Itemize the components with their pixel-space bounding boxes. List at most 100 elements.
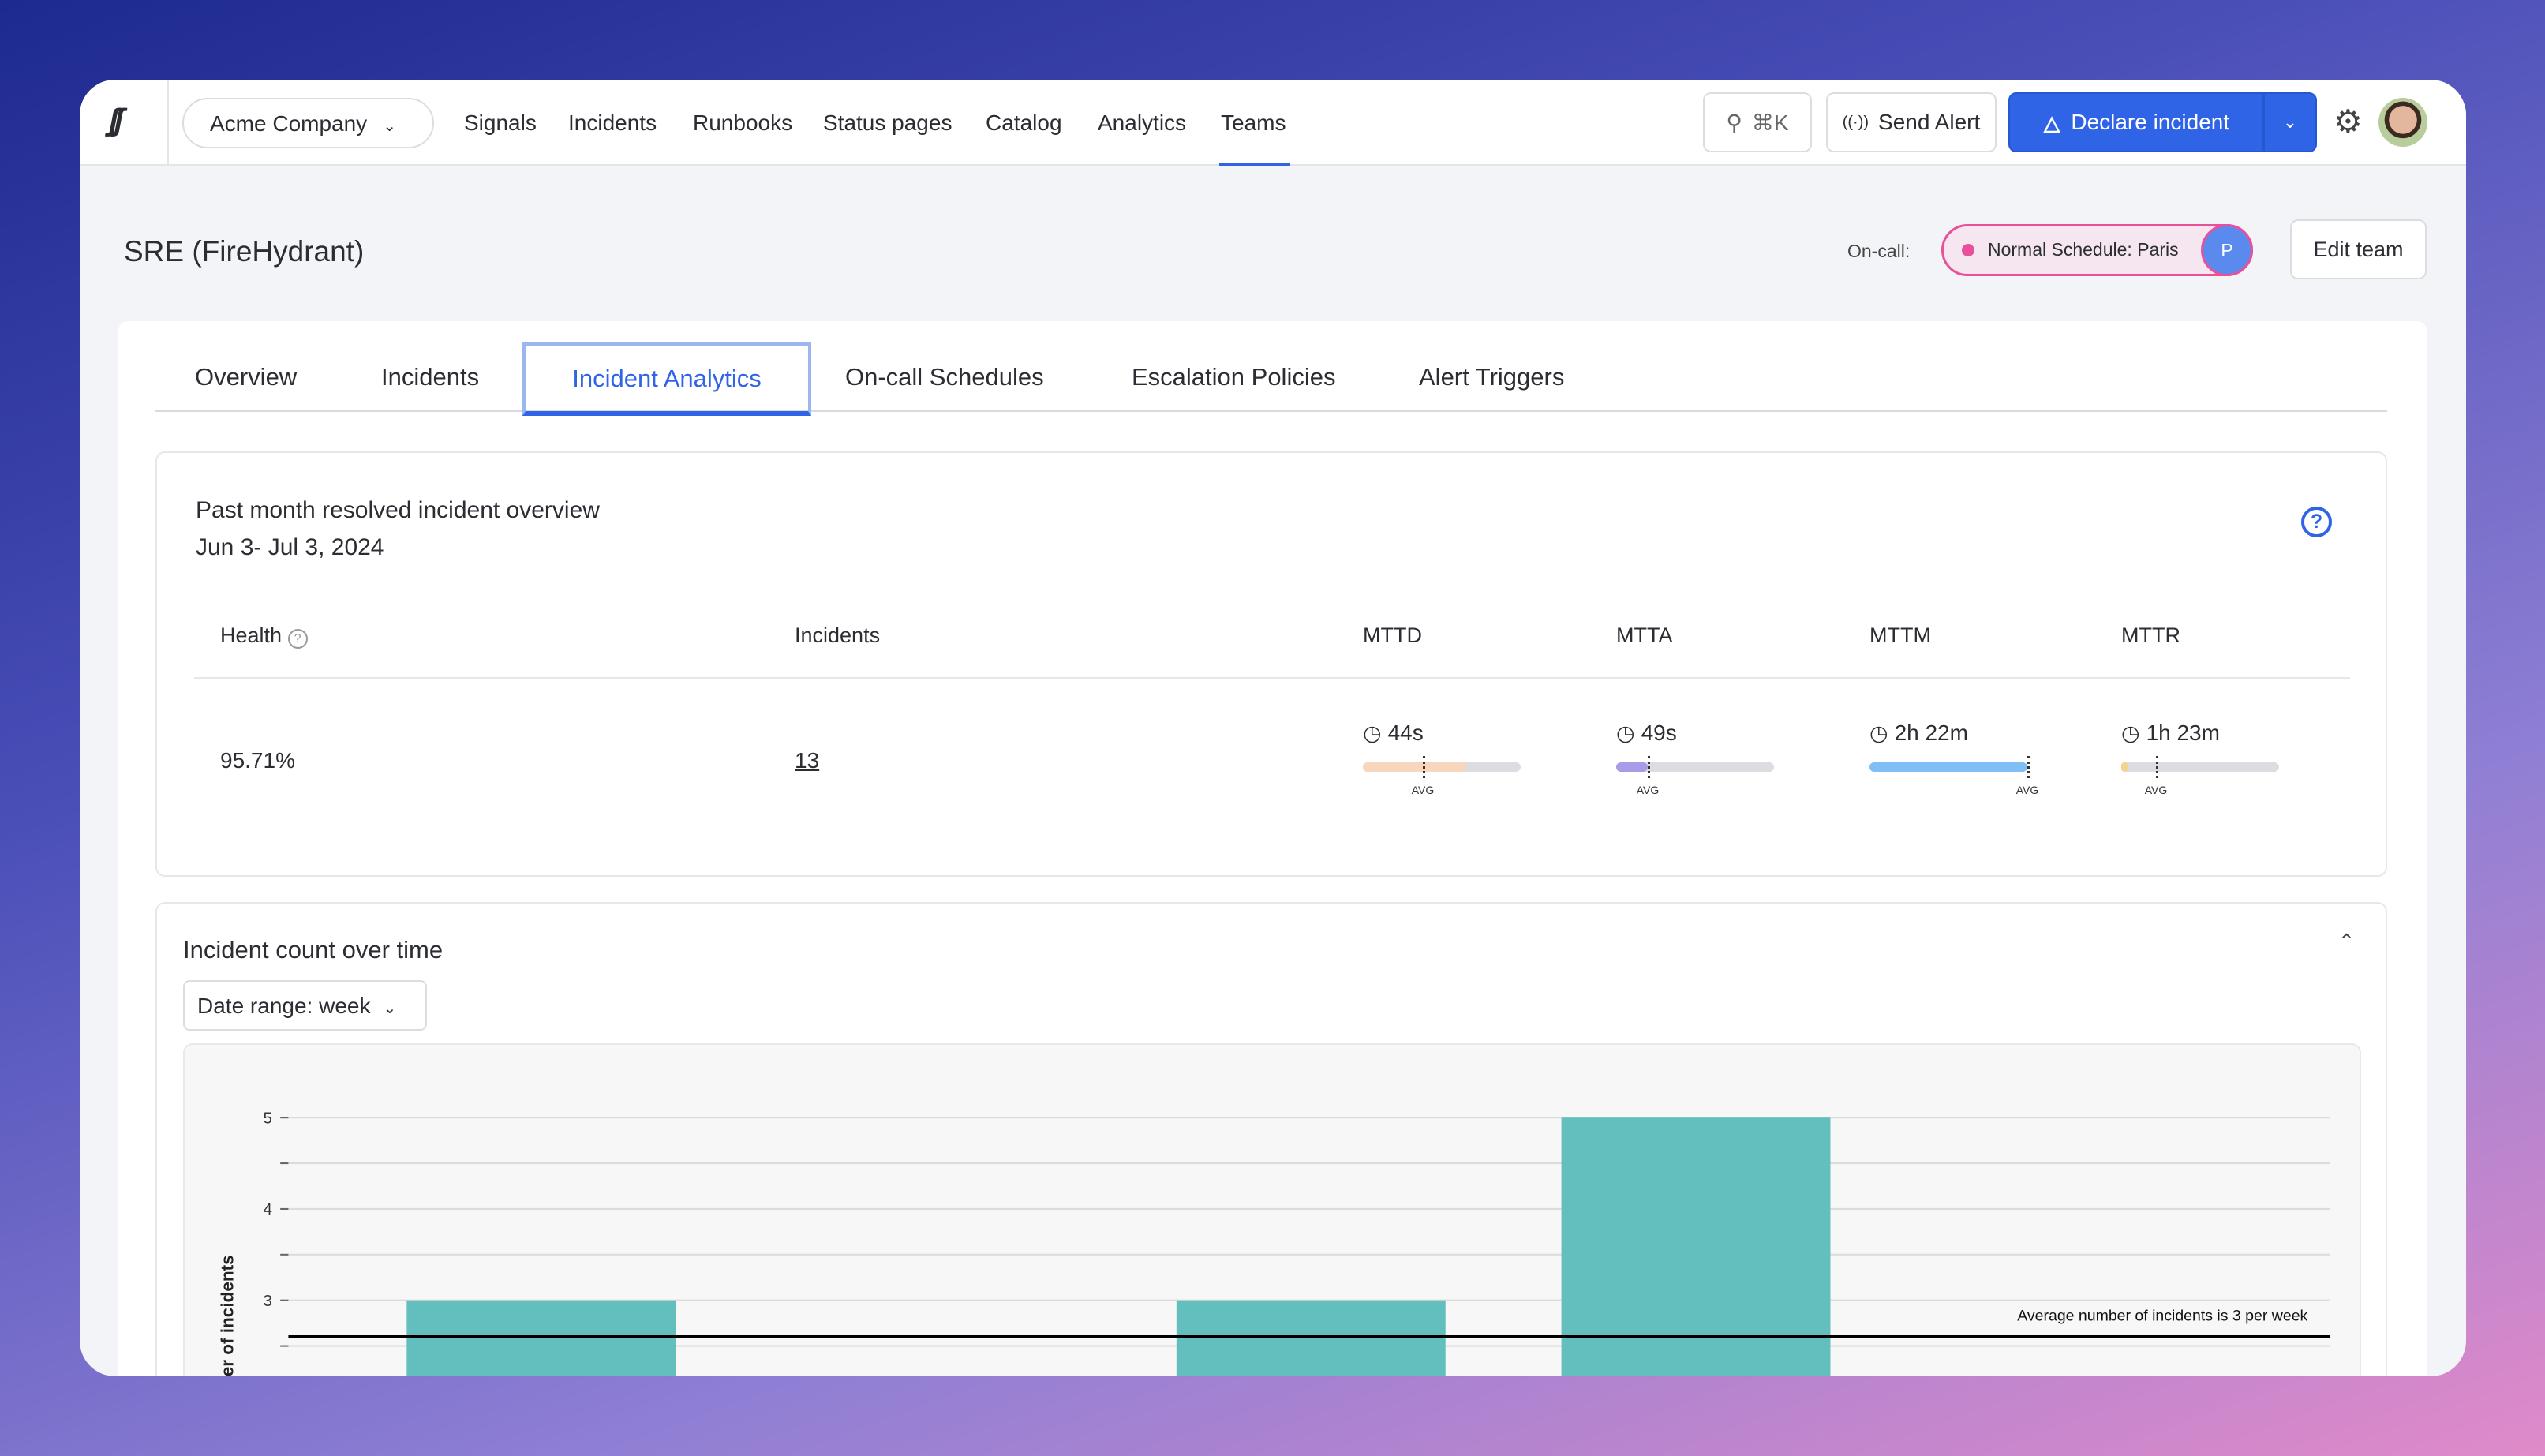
incidents-count-link[interactable]: 13 (795, 748, 819, 773)
oncall-schedule-pill[interactable]: Normal Schedule: Paris P (1941, 224, 2253, 276)
chevron-down-icon: ⌄ (2282, 112, 2298, 132)
metric-bar-fill (1869, 762, 2027, 772)
search-button[interactable]: ⚲ ⌘K (1703, 92, 1812, 152)
metric-bar-fill (2121, 762, 2128, 772)
date-range-select[interactable]: Date range: week ⌄ (183, 980, 427, 1031)
avg-label: AVG (2015, 784, 2039, 796)
broadcast-icon: ((·)) (1842, 113, 1869, 131)
metric-bar: AVG (2121, 756, 2279, 796)
declare-incident-label: Declare incident (2071, 110, 2230, 134)
team-card: Overview Incidents Incident Analytics On… (118, 321, 2427, 1376)
metric-bar: AVG (1363, 756, 1521, 796)
col-mtta: MTTA (1616, 623, 1673, 647)
avg-label: AVG (1411, 784, 1435, 796)
search-shortcut: ⌘K (1751, 110, 1789, 135)
metric-mtta: ◷ 49s AVG (1616, 721, 1774, 796)
y-tick-label: 4 (263, 1200, 271, 1218)
date-range-value: Date range: week (197, 994, 371, 1018)
tab-oncall-schedules[interactable]: On-call Schedules (845, 363, 1044, 391)
avg-label: AVG (1636, 784, 1660, 796)
avg-label: AVG (2144, 784, 2168, 796)
chart-panel-title: Incident count over time (183, 936, 444, 964)
search-icon: ⚲ (1726, 110, 1742, 135)
collapse-chevron-up-icon[interactable]: ⌃ (2338, 930, 2355, 953)
nav-runbooks[interactable]: Runbooks (693, 110, 792, 136)
metric-mttr: ◷ 1h 23m AVG (2121, 721, 2279, 796)
incident-count-panel: Incident count over time ⌃ Date range: w… (155, 902, 2387, 1376)
tab-incident-analytics[interactable]: Incident Analytics (522, 342, 811, 416)
divider (167, 80, 169, 166)
metric-bar: AVG (1616, 756, 1774, 796)
overview-title: Past month resolved incident overview (196, 497, 600, 523)
metric-value: ◷ 1h 23m (2121, 721, 2279, 746)
help-icon[interactable]: ? (2301, 507, 2332, 537)
metric-value-text: 1h 23m (2146, 721, 2220, 745)
col-mttr: MTTR (2121, 623, 2180, 647)
health-help-icon[interactable]: ? (287, 629, 308, 649)
row-divider (194, 677, 2350, 679)
gear-icon[interactable]: ⚙ (2334, 103, 2363, 140)
chevron-down-icon: ⌄ (383, 118, 396, 135)
metric-value: ◷ 49s (1616, 721, 1774, 746)
metric-value-text: 49s (1641, 721, 1677, 745)
chevron-down-icon: ⌄ (383, 1000, 397, 1017)
tab-escalation-policies[interactable]: Escalation Policies (1132, 363, 1335, 391)
send-alert-button[interactable]: ((·)) Send Alert (1826, 92, 1997, 152)
nav-signals[interactable]: Signals (464, 110, 537, 136)
user-avatar[interactable] (2378, 98, 2427, 147)
tab-overview[interactable]: Overview (195, 363, 297, 391)
oncall-schedule-name: Normal Schedule: Paris (1988, 239, 2179, 260)
active-nav-indicator (1219, 163, 1290, 166)
clock-icon: ◷ (1869, 721, 1888, 745)
y-axis-label: Number of incidents (218, 1255, 238, 1376)
col-mttm: MTTM (1869, 623, 1931, 647)
metric-bar-fill (1616, 762, 1648, 772)
metric-mttm: ◷ 2h 22m AVG (1869, 721, 2038, 796)
average-label: Average number of incidents is 3 per wee… (2017, 1308, 2307, 1325)
oncall-user-avatar: P (2201, 224, 2253, 276)
declare-options-button[interactable]: ⌄ (2263, 92, 2317, 152)
nav-analytics[interactable]: Analytics (1098, 110, 1186, 136)
nav-teams[interactable]: Teams (1221, 110, 1286, 136)
col-incidents: Incidents (795, 623, 881, 647)
declare-incident-button[interactable]: 🜂 Declare incident (2008, 92, 2263, 152)
firehydrant-logo-icon[interactable]: ʃʃ (109, 103, 124, 138)
oncall-label: On-call: (1847, 241, 1911, 261)
metric-value: ◷ 2h 22m (1869, 721, 2027, 746)
metric-mttd: ◷ 44s AVG (1363, 721, 1521, 796)
clock-icon: ◷ (1363, 721, 1382, 745)
health-value: 95.71% (220, 748, 295, 773)
tab-alert-triggers[interactable]: Alert Triggers (1419, 363, 1564, 391)
metric-bar-fill (1363, 762, 1467, 772)
metric-value-text: 44s (1387, 721, 1424, 745)
col-health: Health ? (220, 623, 308, 649)
tab-incidents[interactable]: Incidents (381, 363, 479, 391)
avg-marker (1648, 756, 1650, 778)
flame-icon: 🜂 (2042, 112, 2062, 137)
incident-bar-chart: 3 4 5 Average number of incidents is 3 per … (218, 1109, 2331, 1376)
avg-marker (2027, 756, 2030, 778)
metric-bar: AVG (1869, 756, 2038, 796)
app-window: ʃʃ Acme Company ⌄ Signals Incidents Runbo… (80, 80, 2466, 1376)
top-nav: ʃʃ Acme Company ⌄ Signals Incidents Runbo… (80, 80, 2466, 166)
company-name: Acme Company (210, 111, 368, 136)
edit-team-button[interactable]: Edit team (2290, 219, 2427, 279)
nav-incidents[interactable]: Incidents (568, 110, 657, 136)
send-alert-label: Send Alert (1878, 110, 1981, 134)
metric-value: ◷ 44s (1363, 721, 1521, 746)
overview-date-range: Jun 3- Jul 3, 2024 (196, 534, 384, 560)
nav-catalog[interactable]: Catalog (986, 110, 1062, 136)
resolved-overview-panel: Past month resolved incident overview Ju… (155, 451, 2387, 877)
avg-marker (2156, 756, 2158, 778)
tab-divider (155, 410, 2387, 412)
y-tick-label: 3 (263, 1292, 271, 1310)
col-health-label: Health (220, 623, 283, 647)
clock-icon: ◷ (1616, 721, 1635, 745)
metric-value-text: 2h 22m (1894, 721, 1968, 745)
clock-icon: ◷ (2121, 721, 2140, 745)
nav-status-pages[interactable]: Status pages (823, 110, 952, 136)
status-dot-icon (1962, 244, 1974, 256)
company-selector[interactable]: Acme Company ⌄ (182, 98, 434, 148)
page-title: SRE (FireHydrant) (124, 235, 365, 268)
chart-area: 3 4 5 Average number of incidents is 3 per … (183, 1043, 2361, 1376)
